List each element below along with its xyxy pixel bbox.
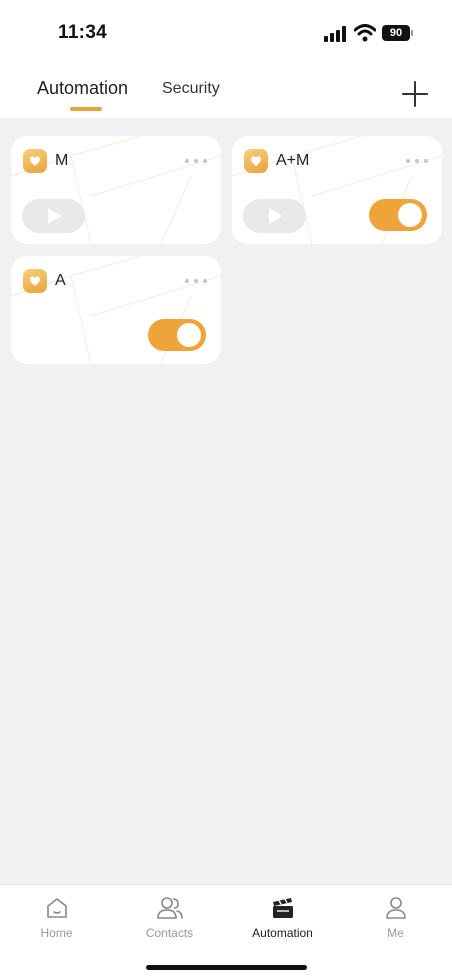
toggle-knob xyxy=(177,323,201,347)
battery-tip xyxy=(411,30,413,36)
tab-automation[interactable]: Automation xyxy=(37,78,128,99)
clapperboard-icon xyxy=(272,898,293,918)
more-options-icon[interactable] xyxy=(184,158,208,164)
nav-me[interactable]: Me xyxy=(339,885,452,955)
wifi-icon xyxy=(354,24,376,42)
active-tab-indicator xyxy=(70,107,102,111)
play-icon xyxy=(47,208,61,224)
nav-home[interactable]: Home xyxy=(0,885,113,955)
nav-label: Me xyxy=(387,926,404,940)
status-time: 11:34 xyxy=(58,22,108,43)
enable-toggle[interactable] xyxy=(148,319,206,351)
status-bar: 11:34 90 xyxy=(0,0,452,60)
add-icon[interactable] xyxy=(400,79,430,109)
automation-card[interactable]: M xyxy=(11,136,221,244)
card-title: A+M xyxy=(276,152,310,169)
more-options-icon[interactable] xyxy=(405,158,429,164)
automation-card[interactable]: A xyxy=(11,256,221,364)
home-indicator xyxy=(146,965,307,970)
shield-heart-icon xyxy=(23,269,47,293)
automation-card[interactable]: A+M xyxy=(232,136,442,244)
tab-security[interactable]: Security xyxy=(162,80,220,98)
top-tabs: Automation Security xyxy=(0,78,452,118)
nav-contacts[interactable]: Contacts xyxy=(113,885,226,955)
nav-automation[interactable]: Automation xyxy=(226,885,339,955)
home-icon xyxy=(46,898,67,918)
nav-label: Automation xyxy=(252,926,313,940)
nav-label: Contacts xyxy=(145,926,194,940)
shield-heart-icon xyxy=(23,149,47,173)
contacts-icon xyxy=(156,897,183,919)
nav-label: Home xyxy=(40,926,73,940)
toggle-knob xyxy=(398,203,422,227)
enable-toggle[interactable] xyxy=(369,199,427,231)
battery-level: 90 xyxy=(382,25,410,41)
more-options-icon[interactable] xyxy=(184,278,208,284)
shield-heart-icon xyxy=(244,149,268,173)
play-icon xyxy=(268,208,282,224)
battery-indicator: 90 xyxy=(382,25,414,41)
card-title: M xyxy=(55,152,69,169)
run-button[interactable] xyxy=(243,199,306,233)
person-icon xyxy=(385,897,406,919)
run-button[interactable] xyxy=(22,199,85,233)
cellular-signal-icon xyxy=(324,26,346,42)
card-title: A xyxy=(55,272,66,289)
